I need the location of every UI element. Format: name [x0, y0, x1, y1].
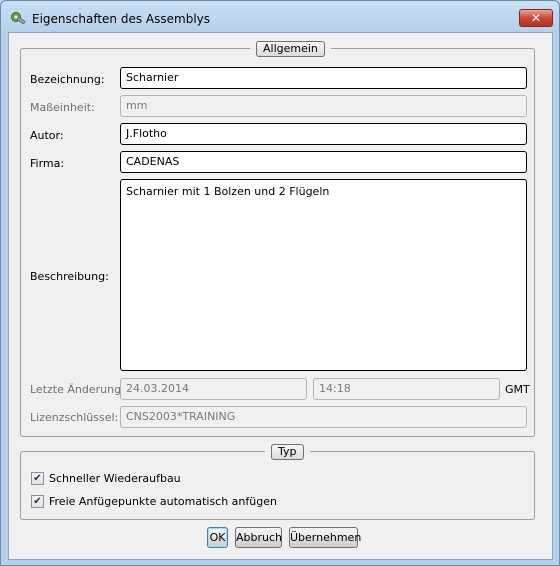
dialog-body: Allgemein Bezeichnung: Scharnier Maßeinh…	[8, 32, 553, 560]
schneller-wiederaufbau-label[interactable]: Schneller Wiederaufbau	[49, 472, 181, 485]
bezeichnung-label: Bezeichnung:	[30, 73, 105, 86]
bezeichnung-field[interactable]: Scharnier	[120, 67, 527, 89]
close-button[interactable]: ✕	[519, 9, 553, 27]
close-icon: ✕	[530, 11, 542, 25]
group-allgemein-title: Allgemein	[256, 41, 325, 57]
beschreibung-field[interactable]: Scharnier mit 1 Bolzen und 2 Flügeln	[120, 179, 527, 371]
beschreibung-label: Beschreibung:	[30, 270, 109, 283]
window-title: Eigenschaften des Assemblys	[32, 12, 211, 26]
lizenz-label: Lizenzschlüssel:	[30, 411, 119, 424]
time-field: 14:18	[313, 378, 500, 400]
autor-field[interactable]: J.Flotho	[120, 123, 527, 145]
schneller-wiederaufbau-checkbox[interactable]: ✔	[31, 472, 44, 485]
ok-button[interactable]: OK	[207, 527, 228, 548]
date-field: 24.03.2014	[120, 378, 307, 400]
checkmark-icon: ✔	[33, 473, 42, 484]
group-typ: Typ	[20, 444, 535, 520]
anfuegepunkte-label[interactable]: Freie Anfügepunkte automatisch anfügen	[49, 495, 277, 508]
letzte-aenderung-label: Letzte Änderung:	[30, 383, 125, 396]
anfuegepunkte-checkbox[interactable]: ✔	[31, 495, 44, 508]
timezone-label: GMT	[505, 383, 530, 396]
lizenz-field: CNS2003*TRAINING	[120, 406, 527, 428]
title-bar[interactable]: Eigenschaften des Assemblys ✕	[1, 1, 559, 33]
group-allgemein-legend: Allgemein	[250, 41, 331, 57]
autor-label: Autor:	[30, 129, 64, 142]
firma-field[interactable]: CADENAS	[120, 151, 527, 173]
group-typ-legend: Typ	[265, 444, 310, 460]
masseinheit-label: Maßeinheit:	[30, 101, 95, 114]
checkmark-icon: ✔	[33, 496, 42, 507]
cancel-button[interactable]: Abbruch	[235, 527, 282, 548]
apply-button[interactable]: Übernehmen	[289, 527, 361, 548]
properties-dialog: Eigenschaften des Assemblys ✕ Allgemein …	[0, 0, 560, 566]
assembly-icon	[11, 12, 26, 25]
group-typ-title: Typ	[271, 444, 304, 460]
firma-label: Firma:	[30, 157, 65, 170]
masseinheit-field: mm	[120, 95, 527, 117]
